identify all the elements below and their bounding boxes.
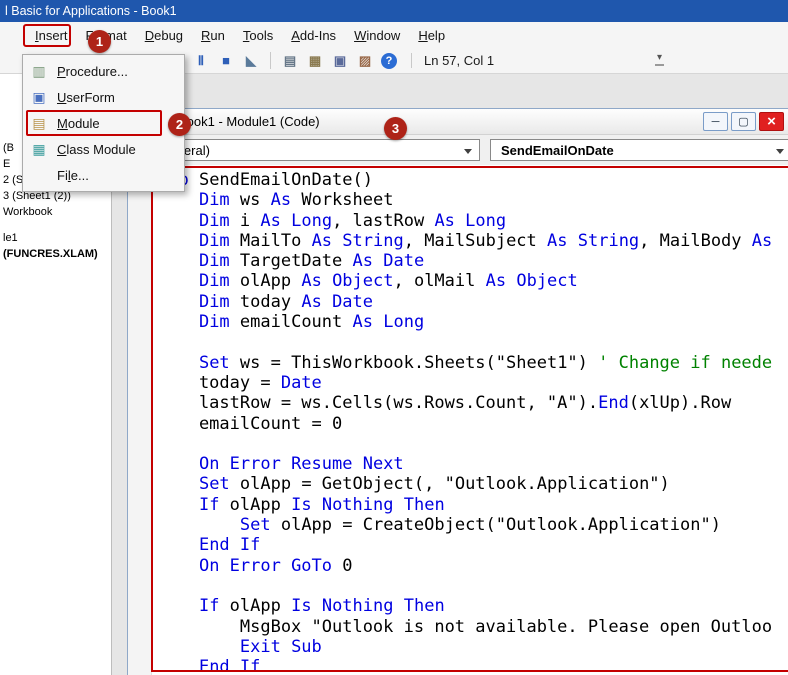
menu-item-spacer (30, 166, 48, 184)
code-line: Dim olApp As Object, olMail As Object (158, 271, 772, 291)
project-explorer-icon[interactable]: ▤ (281, 52, 299, 70)
project-tree-item[interactable]: (FUNCRES.XLAM) (3, 248, 98, 260)
class-module-icon: ▦ (30, 140, 48, 158)
code-editor[interactable]: Sub SendEmailOnDate() Dim ws As Workshee… (158, 170, 772, 675)
project-tree-item[interactable]: E (3, 158, 10, 170)
code-window-titlebar: Book1 - Module1 (Code) ─ ▢ × (128, 109, 788, 135)
code-line: Set ws = ThisWorkbook.Sheets("Sheet1") '… (158, 353, 772, 373)
code-line (158, 434, 772, 454)
code-line (158, 576, 772, 596)
step-badge-3: 3 (384, 117, 407, 140)
restore-button[interactable]: ▢ (731, 112, 756, 131)
code-line: Exit Sub (158, 637, 772, 657)
code-line: Set olApp = CreateObject("Outlook.Applic… (158, 515, 772, 535)
menu-item-userform[interactable]: ▣ UserForm (23, 84, 184, 110)
code-line: today = Date (158, 373, 772, 393)
menu-item-label: Class Module (57, 142, 136, 157)
menu-item-label: Procedure... (57, 64, 128, 79)
menu-item-class-module[interactable]: ▦ Class Module (23, 136, 184, 162)
close-button[interactable]: × (759, 112, 784, 131)
menu-item-label: UserForm (57, 90, 115, 105)
menu-item-procedure[interactable]: ▥ Procedure... (23, 58, 184, 84)
chevron-down-icon (464, 149, 472, 154)
chevron-down-icon (776, 149, 784, 154)
module-icon: ▤ (30, 114, 48, 132)
code-line: If olApp Is Nothing Then (158, 495, 772, 515)
code-pane: Sub SendEmailOnDate() Dim ws As Workshee… (128, 165, 788, 675)
code-line: Dim MailTo As String, MailSubject As Str… (158, 231, 772, 251)
object-browser-icon[interactable]: ▣ (331, 52, 349, 70)
code-line: On Error GoTo 0 (158, 556, 772, 576)
cursor-position-label: Ln 57, Col 1 (411, 53, 494, 68)
app-titlebar: l Basic for Applications - Book1 (0, 0, 788, 22)
project-tree-item[interactable]: (B (3, 142, 14, 154)
procedure-icon: ▥ (30, 62, 48, 80)
code-line: Dim today As Date (158, 292, 772, 312)
code-line: End If (158, 657, 772, 675)
toolbar-overflow-chevron-icon[interactable]: ▾ (655, 52, 664, 66)
toolbar-icons: Ⅱ ■ ◣ ▤ ▦ ▣ ▨? (192, 52, 397, 70)
minimize-button[interactable]: ─ (703, 112, 728, 131)
step-badge-1: 1 (88, 30, 111, 53)
code-line: End If (158, 535, 772, 555)
menu-addins[interactable]: Add-Ins (282, 24, 345, 47)
menu-window[interactable]: Window (345, 24, 409, 47)
menu-insert[interactable]: Insert (26, 24, 77, 47)
code-line: Dim i As Long, lastRow As Long (158, 211, 772, 231)
properties-window-icon[interactable]: ▦ (306, 52, 324, 70)
code-line: MsgBox "Outlook is not available. Please… (158, 617, 772, 637)
code-line: If olApp Is Nothing Then (158, 596, 772, 616)
app-title: l Basic for Applications - Book1 (5, 4, 177, 18)
code-line: Sub SendEmailOnDate() (158, 170, 772, 190)
project-tree-item[interactable]: le1 (3, 232, 18, 244)
code-line: Dim ws As Worksheet (158, 190, 772, 210)
step-badge-2: 2 (168, 113, 191, 136)
code-window: Book1 - Module1 (Code) ─ ▢ × (General) S… (127, 108, 788, 675)
menubar: InsertFormatDebugRunToolsAdd-InsWindowHe… (0, 22, 788, 48)
menu-debug[interactable]: Debug (136, 24, 192, 47)
reset-icon[interactable]: ■ (217, 52, 235, 70)
code-line: Dim TargetDate As Date (158, 251, 772, 271)
procedure-combo-value: SendEmailOnDate (501, 143, 614, 158)
code-line: On Error Resume Next (158, 454, 772, 474)
insert-menu-items: ▥ Procedure... ▣ UserForm ▤ Module ▦ Class Modu… (23, 58, 184, 188)
help-icon[interactable]: ? (381, 53, 397, 69)
code-line: Set olApp = GetObject(, "Outlook.Applica… (158, 474, 772, 494)
code-window-controls: ─ ▢ × (703, 112, 784, 131)
code-line: emailCount = 0 (158, 414, 772, 434)
code-line: lastRow = ws.Cells(ws.Rows.Count, "A").E… (158, 393, 772, 413)
toolbox-icon[interactable]: ▨ (356, 52, 374, 70)
code-margin-strip (128, 165, 152, 675)
menu-item-file[interactable]: File... (23, 162, 184, 188)
menu-item-label: File... (57, 168, 89, 183)
menu-tools[interactable]: Tools (234, 24, 282, 47)
code-line: Dim emailCount As Long (158, 312, 772, 332)
insert-menu-popup: ▥ Procedure... ▣ UserForm ▤ Module ▦ Class Modu… (22, 54, 185, 192)
menu-run[interactable]: Run (192, 24, 234, 47)
code-window-combos: (General) SendEmailOnDate (128, 135, 788, 165)
menu-help[interactable]: Help (409, 24, 454, 47)
break-icon[interactable]: Ⅱ (192, 52, 210, 70)
menu-item-label: Module (57, 116, 100, 131)
procedure-combo[interactable]: SendEmailOnDate (490, 139, 788, 161)
vba-editor-window: l Basic for Applications - Book1 InsertF… (0, 0, 788, 675)
design-mode-icon[interactable]: ◣ (242, 52, 260, 70)
menu-item-module[interactable]: ▤ Module (23, 110, 184, 136)
code-window-title: Book1 - Module1 (Code) (178, 114, 320, 129)
project-tree-item[interactable]: Workbook (3, 206, 52, 218)
toolbar-separator (270, 52, 271, 69)
userform-icon: ▣ (30, 88, 48, 106)
code-line (158, 332, 772, 352)
